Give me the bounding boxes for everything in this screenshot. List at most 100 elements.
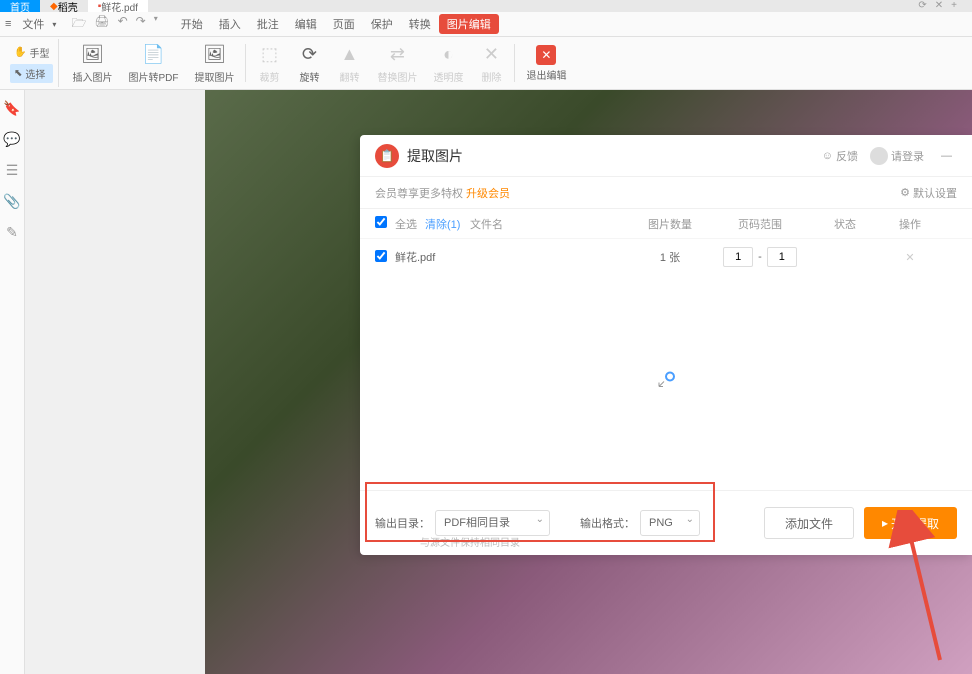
feedback-label: 反馈 (836, 148, 858, 164)
col-range: 页码范围 (710, 216, 810, 232)
add-file-button[interactable]: 添加文件 (764, 507, 854, 539)
table-header: 全选 清除(1) 文件名 图片数量 页码范围 状态 操作 (360, 209, 972, 239)
tab-document[interactable]: ▪ 鲜花.pdf (88, 0, 148, 12)
flip-icon: ▲ (337, 43, 361, 67)
tool-exit-edit[interactable]: ✕ 退出编辑 (518, 39, 574, 87)
default-settings-link[interactable]: ⚙ 默认设置 (900, 185, 957, 201)
menu-edit[interactable]: 编辑 (287, 16, 325, 32)
output-dir-label: 输出目录： (375, 515, 430, 531)
fire-icon: ◆ (50, 1, 58, 12)
convert-icon: 📄 (141, 43, 165, 67)
tool-label: 手型 (29, 45, 49, 60)
divider (245, 44, 246, 82)
loading-cursor-icon (656, 370, 676, 395)
row-range: - (710, 247, 810, 267)
tool-selector: ✋ 手型 ⬉ 选择 (5, 39, 59, 87)
avatar-icon (870, 147, 888, 165)
minimize-button[interactable]: — (936, 150, 957, 162)
close-icon[interactable]: ✕ (935, 0, 943, 12)
tool-flip: ▲ 翻转 (329, 39, 369, 87)
menu-icon[interactable]: ≡ (5, 18, 11, 30)
gear-icon: ⚙ (900, 186, 910, 199)
col-select-all[interactable]: 全选 (395, 216, 425, 232)
sync-icon[interactable]: ⟳ (918, 0, 926, 12)
upgrade-link[interactable]: 升级会员 (466, 185, 510, 201)
tool-label: 裁剪 (259, 69, 279, 84)
tool-opacity: ◐ 透明度 (425, 39, 471, 87)
toolbar: ✋ 手型 ⬉ 选择 🖼 插入图片 📄 图片转PDF 🖼 提取图片 ⬚ 裁剪 ⟳ … (0, 37, 972, 90)
open-icon[interactable]: 🗁 (71, 14, 86, 35)
undo-icon[interactable]: ↶ (118, 14, 128, 35)
dialog-subbar: 会员尊享更多特权 升级会员 ⚙ 默认设置 (360, 177, 972, 209)
print-icon[interactable]: 🖨 (94, 14, 109, 35)
menu-convert[interactable]: 转换 (401, 16, 439, 32)
dialog-header: 📋 提取图片 ☺ 反馈 请登录 — (360, 135, 972, 177)
comment-icon[interactable]: 💬 (4, 131, 20, 147)
tab-label: 稻壳 (58, 0, 78, 14)
rotate-icon: ⟳ (297, 43, 321, 67)
image-icon: 🖼 (80, 43, 104, 67)
privilege-text: 会员尊享更多特权 (375, 185, 463, 201)
chat-icon: ☺ (822, 150, 833, 162)
range-dash: - (758, 251, 762, 263)
menu-insert[interactable]: 插入 (211, 16, 249, 32)
tool-label: 透明度 (433, 69, 463, 84)
tool-label: 插入图片 (72, 69, 112, 84)
extract-icon: 🖼 (202, 43, 226, 67)
tool-crop: ⬚ 裁剪 (249, 39, 289, 87)
menu-start[interactable]: 开始 (173, 16, 211, 32)
tool-rotate[interactable]: ⟳ 旋转 (289, 39, 329, 87)
layers-icon[interactable]: ☰ (4, 162, 20, 178)
col-filename: 文件名 (470, 216, 630, 232)
bookmark-icon[interactable]: 🔖 (4, 100, 20, 116)
tool-group-image: 🖼 插入图片 📄 图片转PDF 🖼 提取图片 (64, 39, 242, 87)
range-to-input[interactable] (767, 247, 797, 267)
tool-label: 选择 (25, 66, 45, 81)
tool-label: 退出编辑 (526, 67, 566, 82)
play-icon: ▸ (882, 516, 888, 530)
tab-daoqiao[interactable]: ◆ 稻壳 (40, 0, 88, 12)
menu-image-edit[interactable]: 图片编辑 (439, 14, 499, 34)
tool-select[interactable]: ⬉ 选择 (10, 64, 53, 83)
default-settings-label: 默认设置 (913, 185, 957, 201)
tool-image-to-pdf[interactable]: 📄 图片转PDF (120, 39, 186, 87)
tool-hand[interactable]: ✋ 手型 (10, 43, 53, 62)
quick-icons: 🗁 🖨 ↶ ↷ ▾ (71, 14, 157, 35)
attachment-icon[interactable]: 📎 (4, 193, 20, 209)
feedback-link[interactable]: ☺ 反馈 (822, 148, 858, 164)
tool-extract-image[interactable]: 🖼 提取图片 (186, 39, 242, 87)
chevron-down-icon: ▾ (52, 20, 56, 29)
select-all-checkbox[interactable] (375, 216, 387, 228)
tool-label: 提取图片 (194, 69, 234, 84)
tool-label: 删除 (481, 69, 501, 84)
login-link[interactable]: 请登录 (870, 147, 924, 165)
crop-icon: ⬚ (257, 43, 281, 67)
range-from-input[interactable] (723, 247, 753, 267)
menu-protect[interactable]: 保护 (363, 16, 401, 32)
dialog-title: 提取图片 (407, 146, 463, 166)
tab-controls: ⟳ ✕ + (903, 0, 972, 12)
row-remove-button[interactable]: ✕ (880, 251, 940, 264)
menubar: ≡ 文件 ▾ 🗁 🖨 ↶ ↷ ▾ 开始 插入 批注 编辑 页面 保护 转换 图片… (0, 12, 972, 37)
chevron-down-icon[interactable]: ▾ (154, 14, 158, 35)
menu-annotate[interactable]: 批注 (249, 16, 287, 32)
output-format-select[interactable]: PNG (640, 510, 700, 536)
col-count: 图片数量 (630, 216, 710, 232)
col-operation: 操作 (880, 216, 940, 232)
col-clear[interactable]: 清除(1) (425, 216, 470, 232)
menu-page[interactable]: 页面 (325, 16, 363, 32)
col-checkbox (375, 216, 395, 231)
start-extract-button[interactable]: ▸ 开始提取 (864, 507, 957, 539)
tool-label: 翻转 (339, 69, 359, 84)
delete-icon: ✕ (479, 43, 503, 67)
tool-delete: ✕ 删除 (471, 39, 511, 87)
row-checkbox[interactable] (375, 250, 387, 262)
output-dir-select[interactable]: PDF相同目录 (435, 510, 550, 536)
menu-file[interactable]: 文件 (14, 16, 52, 32)
signature-icon[interactable]: ✎ (4, 224, 20, 240)
dialog-body (360, 275, 972, 490)
add-tab-icon[interactable]: + (951, 0, 957, 12)
tool-insert-image[interactable]: 🖼 插入图片 (64, 39, 120, 87)
redo-icon[interactable]: ↷ (136, 14, 146, 35)
tab-home[interactable]: 首页 (0, 0, 40, 12)
